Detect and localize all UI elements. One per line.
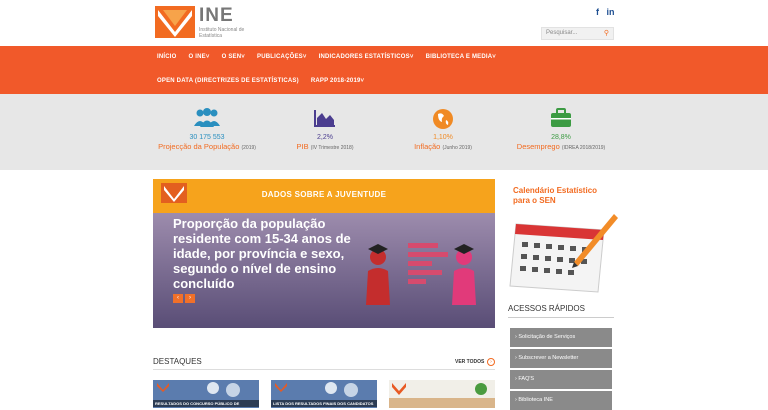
ver-todos-link[interactable]: VER TODOS (455, 359, 484, 365)
card-caption: RESULTADOS DO CONCURSO PÚBLICO DE (153, 400, 259, 407)
card-thumbnail (271, 380, 377, 400)
calendar-title-line2: para o SEN (513, 196, 556, 205)
nav-publicacoes-label: PUBLICAÇÕES (257, 54, 303, 60)
stat-label-text: PIB (296, 142, 309, 151)
briefcase-icon (501, 108, 621, 128)
stat-value: 30 175 553 (189, 134, 225, 141)
quick-link-faqs[interactable]: › FAQ'S (510, 370, 612, 389)
stat-note: (IDREA 2018/2019) (561, 145, 606, 151)
calendar-title-line1: Calendário Estatístico (513, 186, 598, 195)
facebook-icon[interactable]: f (596, 7, 599, 17)
news-card[interactable]: RESULTADOS DO CONCURSO PÚBLICO DE (153, 380, 259, 408)
news-card[interactable]: LISTA DOS RESULTADOS FINAIS DOS CANDIDAT… (271, 380, 377, 408)
quick-link-label: Solicitação de Serviços (518, 334, 576, 340)
prev-slide-button[interactable]: ‹ (173, 294, 183, 303)
main-nav: INÍCIO O INE˅ O SEN˅ PUBLICAÇÕES˅ INDICA… (0, 46, 768, 94)
site-header: INE Instituto Nacional de Estatística f … (0, 0, 768, 46)
divider (153, 369, 495, 370)
chevron-down-icon: ˅ (241, 54, 245, 60)
search-placeholder: Pesquisar... (546, 30, 578, 36)
nav-publicacoes[interactable]: PUBLICAÇÕES˅ (257, 54, 307, 60)
stat-note: (IV Trimestre 2018) (310, 145, 354, 151)
globe-icon (383, 108, 503, 129)
nav-rapp[interactable]: RAPP 2018-2019˅ (311, 78, 364, 84)
social-links: f in (596, 7, 620, 17)
nav-rapp-label: RAPP 2018-2019 (310, 78, 361, 84)
search-input[interactable]: Pesquisar... ⚲ (541, 27, 614, 40)
graduates-illustration (366, 243, 476, 305)
quick-link-label: Biblioteca INE (518, 397, 553, 403)
stat-population[interactable]: 30 175 553 Projecção da População (2019) (147, 108, 267, 151)
nav-o-sen[interactable]: O SEN˅ (222, 54, 245, 60)
nav-o-ine-label: O INE (188, 54, 206, 60)
chevron-down-icon: ˅ (302, 54, 307, 60)
stat-value: 28,8% (551, 134, 571, 141)
chevron-down-icon: ˅ (205, 54, 210, 60)
nav-o-ine[interactable]: O INE˅ (189, 54, 210, 60)
stat-label: Desemprego (IDREA 2018/2019) (501, 142, 621, 151)
stat-label: Inflação (Junho 2019) (383, 142, 503, 151)
population-icon (147, 108, 267, 128)
nav-inicio[interactable]: INÍCIO (157, 54, 177, 60)
quick-link-label: FAQ'S (518, 376, 535, 382)
stat-inflacao[interactable]: 1,10% Inflação (Junho 2019) (383, 108, 503, 151)
quick-link-biblioteca[interactable]: › Biblioteca INE (510, 391, 612, 410)
stat-value: 1,10% (433, 134, 453, 141)
nav-biblioteca-label: BIBLIOTECA E MEDIA (425, 54, 493, 60)
quick-access-title: ACESSOS RÁPIDOS (508, 304, 585, 313)
nav-biblioteca[interactable]: BIBLIOTECA E MEDIA˅ (426, 54, 496, 60)
stat-label: Projecção da População (2019) (147, 142, 267, 151)
logo-text: INE (199, 5, 234, 26)
hero-slider[interactable]: DADOS SOBRE A JUVENTUDE Proporção da pop… (153, 179, 495, 328)
nav-open-data[interactable]: OPEN DATA (DIRECTRIZES DE ESTATÍSTICAS) (157, 78, 299, 84)
calendar-title[interactable]: Calendário Estatístico para o SEN (513, 186, 597, 206)
stat-note: (Junho 2019) (442, 145, 472, 151)
stat-pib[interactable]: 2,2% PIB (IV Trimestre 2018) (265, 108, 385, 151)
divider (508, 317, 614, 318)
chart-icon (265, 108, 385, 128)
logo-subtitle: Instituto Nacional de Estatística (199, 27, 245, 39)
stat-label: PIB (IV Trimestre 2018) (265, 142, 385, 151)
slider-controls: ‹ › (173, 294, 197, 303)
stat-label-text: Desemprego (516, 142, 560, 151)
card-thumbnail (153, 380, 259, 400)
banner-headline: Proporção da população residente com 15-… (173, 216, 351, 291)
ine-logo[interactable]: INE Instituto Nacional de Estatística (155, 5, 247, 40)
stat-label-text: Projecção da População (158, 142, 240, 151)
linkedin-icon[interactable]: in (607, 7, 615, 17)
ine-logo-mark (155, 6, 195, 38)
stat-desemprego[interactable]: 28,8% Desemprego (IDREA 2018/2019) (501, 108, 621, 151)
card-thumbnail (389, 380, 495, 408)
chevron-down-icon: ˅ (360, 78, 365, 84)
calendar-image[interactable] (502, 212, 618, 296)
destaques-title: DESTAQUES (153, 357, 202, 366)
nav-o-sen-label: O SEN (221, 54, 242, 60)
ine-logo-mark (161, 183, 187, 203)
chevron-down-icon: ˅ (492, 54, 496, 60)
quick-link-label: Subscrever a Newsletter (518, 355, 579, 361)
stat-label-text: Inflação (414, 142, 441, 151)
next-slide-button[interactable]: › (185, 294, 195, 303)
card-caption: LISTA DOS RESULTADOS FINAIS DOS CANDIDAT… (271, 400, 377, 407)
nav-indicadores[interactable]: INDICADORES ESTATÍSTICOS˅ (319, 54, 414, 60)
quick-link-servicos[interactable]: › Solicitação de Serviços (510, 328, 612, 347)
stat-value: 2,2% (317, 134, 333, 141)
stat-note: (2019) (241, 145, 256, 151)
quick-link-newsletter[interactable]: › Subscrever a Newsletter (510, 349, 612, 368)
search-icon[interactable]: ⚲ (604, 29, 609, 37)
chevron-down-icon: ˅ (409, 54, 414, 60)
banner-tag: DADOS SOBRE A JUVENTUDE (261, 190, 387, 199)
chevron-right-icon[interactable]: › (487, 358, 495, 366)
indicator-strip: 30 175 553 Projecção da População (2019)… (0, 94, 768, 170)
news-card[interactable] (389, 380, 495, 408)
nav-indicadores-label: INDICADORES ESTATÍSTICOS (318, 54, 410, 60)
